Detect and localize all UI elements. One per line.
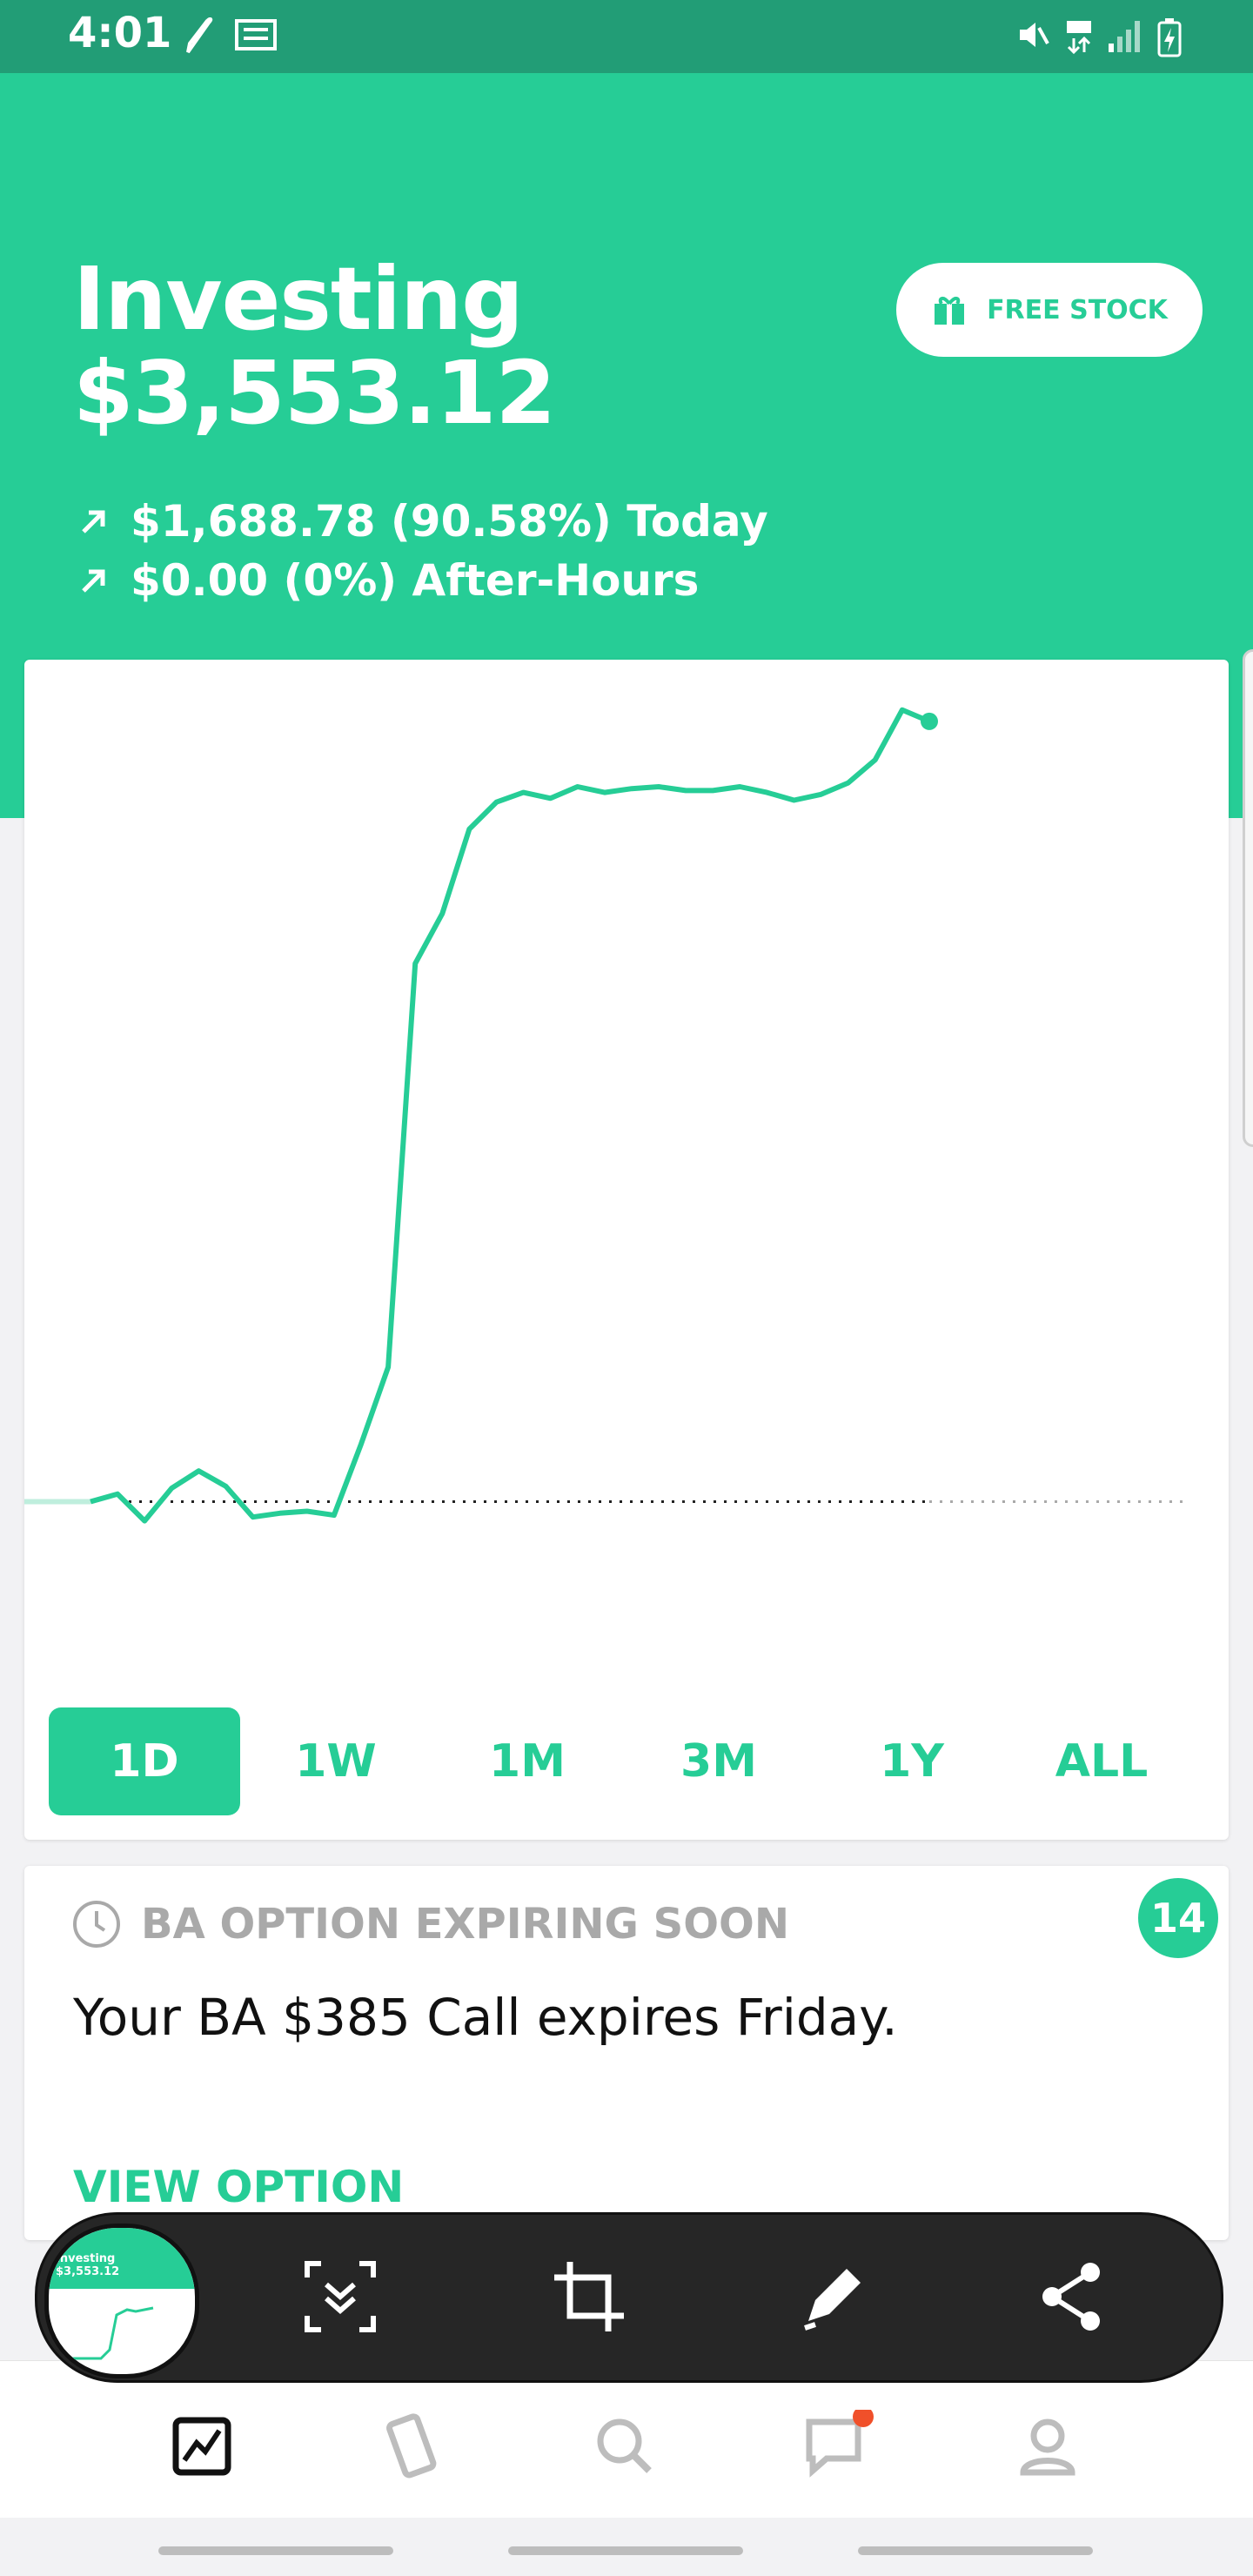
screenshot-thumbnail[interactable]: Investing $3,553.12 [44,2224,199,2378]
notification-body: Your BA $385 Call expires Friday. [73,1988,898,2047]
after-hours-row: $0.00 (0%) After-Hours [78,555,699,606]
after-hours-change: $0.00 (0%) After-Hours [131,555,700,606]
home-bar-center [508,2546,743,2555]
draw-icon[interactable] [791,2255,874,2338]
notification-count-badge: 14 [1138,1878,1218,1958]
range-1w[interactable]: 1W [240,1707,432,1815]
clock-icon [73,1901,120,1948]
crop-icon[interactable] [547,2255,631,2338]
gift-icon [935,297,965,325]
screenshot-toolbar: Investing $3,553.12 [35,2212,1223,2383]
status-bar: 4:01 [0,0,1253,73]
news-icon [235,19,277,50]
chart-icon[interactable] [165,2410,238,2483]
option-expiring-card[interactable]: BA OPTION EXPIRING SOON Your BA $385 Cal… [24,1866,1229,2240]
today-change: $1,688.78 (90.58%) Today [131,496,768,547]
current-value-point [921,712,938,730]
profile-icon[interactable] [1011,2410,1084,2483]
battery-icon [1157,18,1182,57]
network-4g-icon [1067,21,1091,55]
mute-icon [1020,23,1049,47]
portfolio-chart-card: 1D 1W 1M 3M 1Y ALL [24,660,1229,1840]
scroll-edge [1243,649,1253,1147]
home-bar-left [158,2546,393,2555]
search-icon[interactable] [588,2410,661,2483]
signal-icon [1109,21,1140,52]
free-stock-button[interactable]: FREE STOCK [896,263,1203,357]
status-time: 4:01 [68,9,172,57]
portfolio-header: Investing $3,553.12 [73,248,556,444]
view-option-link[interactable]: VIEW OPTION [73,2162,404,2212]
card-icon[interactable] [376,2410,449,2483]
portfolio-line-chart[interactable] [24,660,1229,1687]
feather-icon [186,17,213,54]
arrow-up-right-icon [82,510,105,533]
today-change-row: $1,688.78 (90.58%) Today [78,496,768,547]
notification-header: BA OPTION EXPIRING SOON [71,1899,789,1949]
range-1d[interactable]: 1D [49,1707,240,1815]
free-stock-label: FREE STOCK [987,294,1168,325]
notification-heading: BA OPTION EXPIRING SOON [141,1900,790,1949]
portfolio-series-line [90,707,931,1524]
range-all[interactable]: ALL [1006,1707,1197,1815]
scroll-capture-icon[interactable] [298,2255,382,2338]
range-3m[interactable]: 3M [623,1707,814,1815]
range-1y[interactable]: 1Y [816,1707,1008,1815]
arrow-up-right-icon [82,569,105,593]
bottom-navigation [0,2360,1253,2518]
thumbnail-chart [57,2306,154,2360]
portfolio-value: $3,553.12 [73,342,556,444]
range-1m[interactable]: 1M [432,1707,623,1815]
share-icon[interactable] [1029,2255,1113,2338]
page-title: Investing [73,248,524,350]
messages-icon[interactable] [801,2410,874,2483]
range-selector: 1D 1W 1M 3M 1Y ALL [49,1707,1206,1815]
home-bar-right [858,2546,1093,2555]
